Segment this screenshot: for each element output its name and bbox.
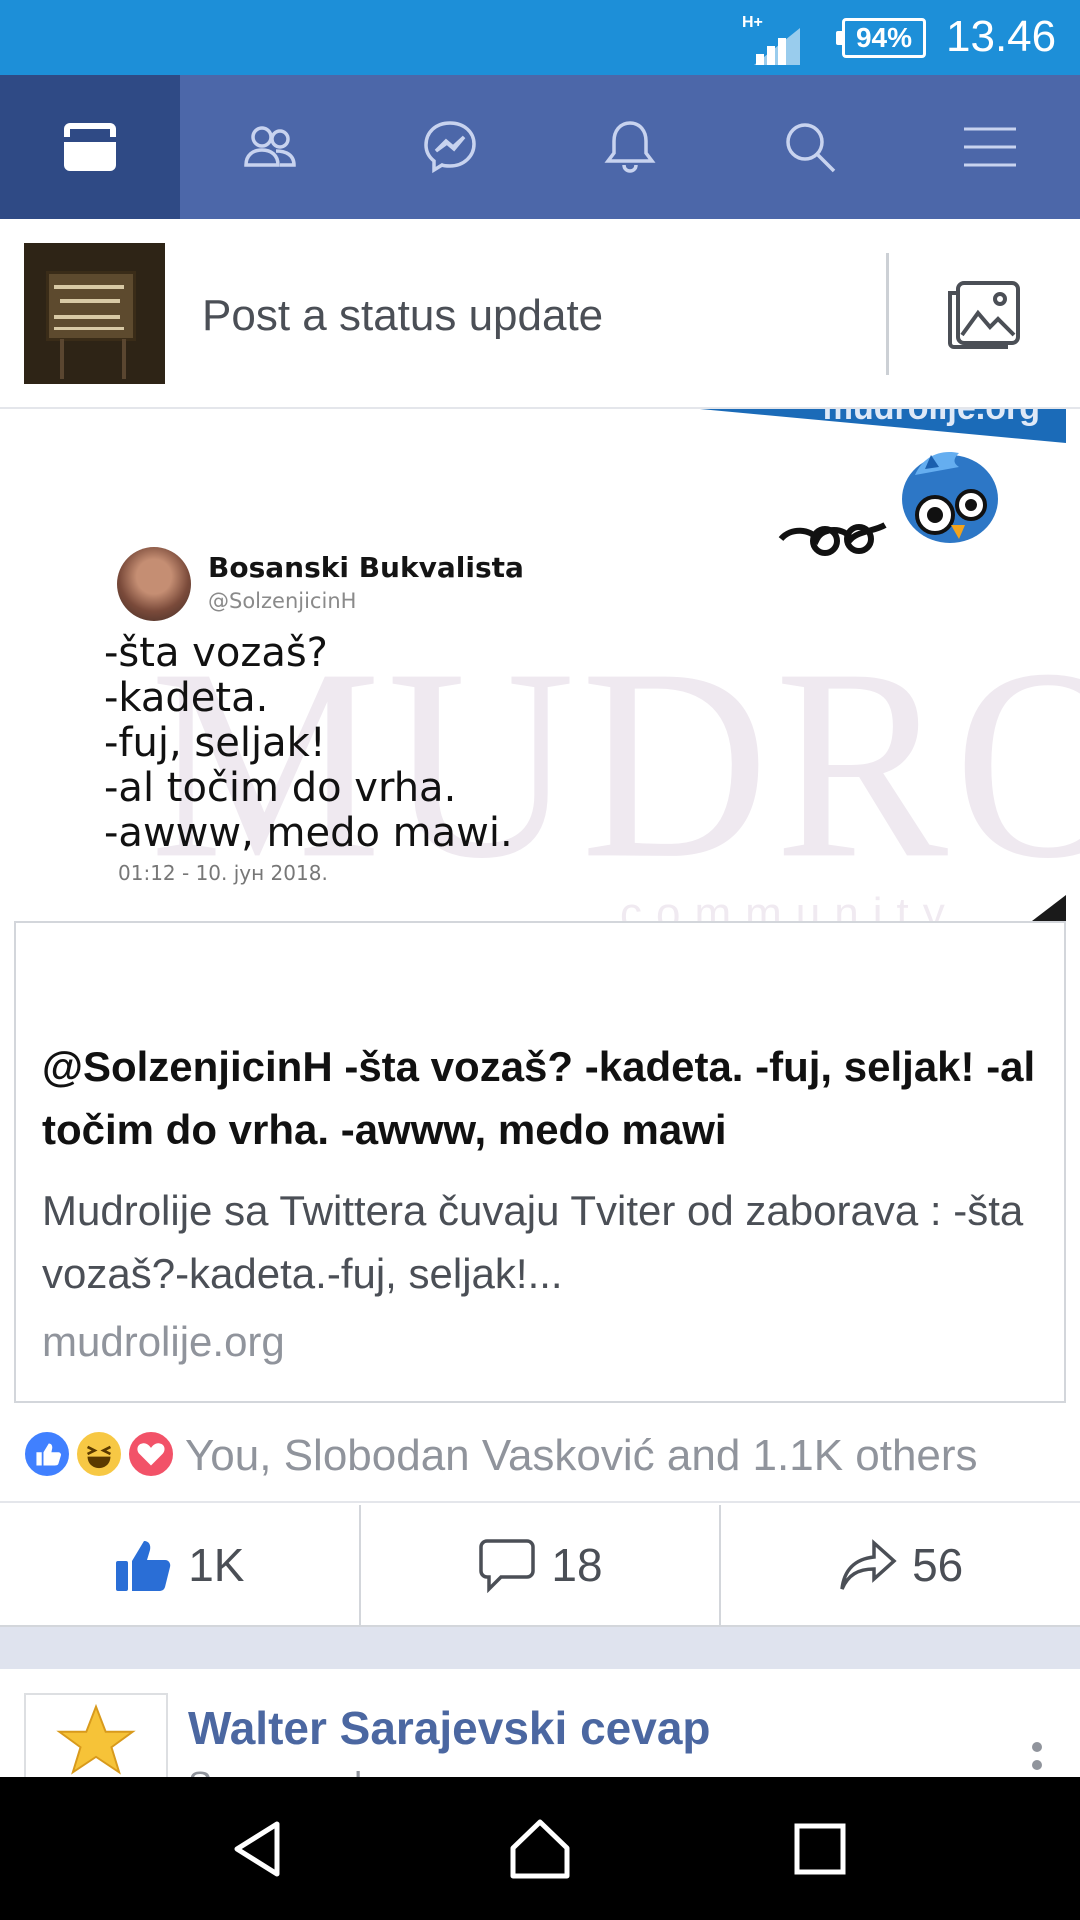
news-feed-icon — [64, 123, 116, 171]
share-icon — [840, 1539, 897, 1590]
avatar[interactable] — [24, 243, 165, 384]
friends-icon — [244, 126, 296, 167]
tweet-line: -awww, medo mawi. — [104, 810, 513, 856]
star-logo-icon — [56, 1703, 136, 1775]
tweet-avatar — [117, 547, 191, 621]
tab-notifications[interactable] — [540, 75, 720, 219]
page-avatar[interactable] — [24, 1693, 168, 1777]
hamburger-icon — [964, 127, 1016, 167]
tweet-line: -šta vozaš? — [104, 630, 328, 676]
tab-friends[interactable] — [180, 75, 360, 219]
tweet-date: 01:12 - 10. јун 2018. — [118, 861, 328, 885]
tab-news-feed[interactable] — [0, 75, 180, 219]
back-icon[interactable] — [225, 1814, 295, 1884]
next-post-header[interactable]: Walter Sarajevski cevap Sponsored — [0, 1669, 1080, 1777]
divider — [886, 253, 889, 375]
thumbs-up-icon — [116, 1541, 171, 1591]
link-description: Mudrolije sa Twittera čuvaju Tviter od z… — [42, 1187, 1024, 1297]
tweet-line: -al točim do vrha. — [104, 765, 457, 811]
love-reaction-icon — [126, 1429, 176, 1479]
share-button[interactable]: 56 — [721, 1505, 1080, 1625]
clock: 13.46 — [946, 12, 1057, 61]
home-icon[interactable] — [505, 1814, 575, 1884]
top-navigation — [0, 75, 1080, 219]
tab-menu[interactable] — [900, 75, 1080, 219]
tab-messenger[interactable] — [360, 75, 540, 219]
owl-logo — [778, 451, 998, 556]
comment-count: 18 — [551, 1539, 603, 1591]
link-title[interactable]: @SolzenjicinH -šta vozaš? -kadeta. -fuj,… — [42, 1035, 1042, 1161]
link-preview-card[interactable]: @SolzenjicinH -šta vozaš? -kadeta. -fuj,… — [14, 921, 1066, 1403]
tweet-text: -šta vozaš? -kadeta. -fuj, seljak! -al t… — [104, 631, 513, 856]
status-composer[interactable]: Post a status update — [0, 219, 1080, 409]
battery-indicator: 94% — [836, 18, 926, 58]
system-navigation-bar — [0, 1777, 1080, 1920]
like-reaction-icon — [22, 1429, 72, 1479]
like-button[interactable]: 1K — [0, 1505, 361, 1625]
tweet-line: -kadeta. — [104, 675, 269, 721]
page-name[interactable]: Walter Sarajevski cevap — [188, 1701, 711, 1755]
tweet-handle: @SolzenjicinH — [208, 589, 357, 613]
svg-text:H+: H+ — [742, 14, 763, 31]
post-subtitle: Sponsored — [188, 1764, 362, 1777]
comment-button[interactable]: 18 — [361, 1505, 722, 1625]
status-update-input[interactable]: Post a status update — [202, 291, 603, 341]
reactions-summary[interactable]: You, Slobodan Vasković and 1.1K others — [0, 1403, 1080, 1503]
link-domain: mudrolije.org — [42, 1318, 285, 1365]
photo-icon[interactable] — [944, 279, 1022, 351]
messenger-icon — [424, 121, 476, 174]
signal-icon: H+ — [742, 14, 800, 65]
tweet-line: -fuj, seljak! — [104, 720, 326, 766]
reactions-text[interactable]: You, Slobodan Vasković and 1.1K others — [185, 1431, 978, 1481]
recents-icon[interactable] — [785, 1814, 855, 1884]
image-corner — [1032, 895, 1066, 921]
tab-search[interactable] — [720, 75, 900, 219]
feed-separator — [0, 1627, 1080, 1669]
tweet-author-name: Bosanski Bukvalista — [208, 551, 524, 584]
like-count: 1K — [188, 1539, 245, 1591]
comment-icon — [479, 1539, 536, 1593]
bell-icon — [604, 121, 656, 173]
share-count: 56 — [912, 1539, 964, 1591]
status-bar: H+ 94% 13.46 — [0, 0, 1080, 75]
haha-reaction-icon — [74, 1429, 124, 1479]
post-actions: 1K 18 56 — [0, 1505, 1080, 1627]
more-options-icon[interactable] — [1030, 1739, 1044, 1777]
watermark-subtitle: community — [620, 889, 959, 921]
search-icon — [786, 123, 836, 173]
post-image[interactable]: mudrolije.org MUDROLIJE community Bosans… — [0, 409, 1080, 921]
